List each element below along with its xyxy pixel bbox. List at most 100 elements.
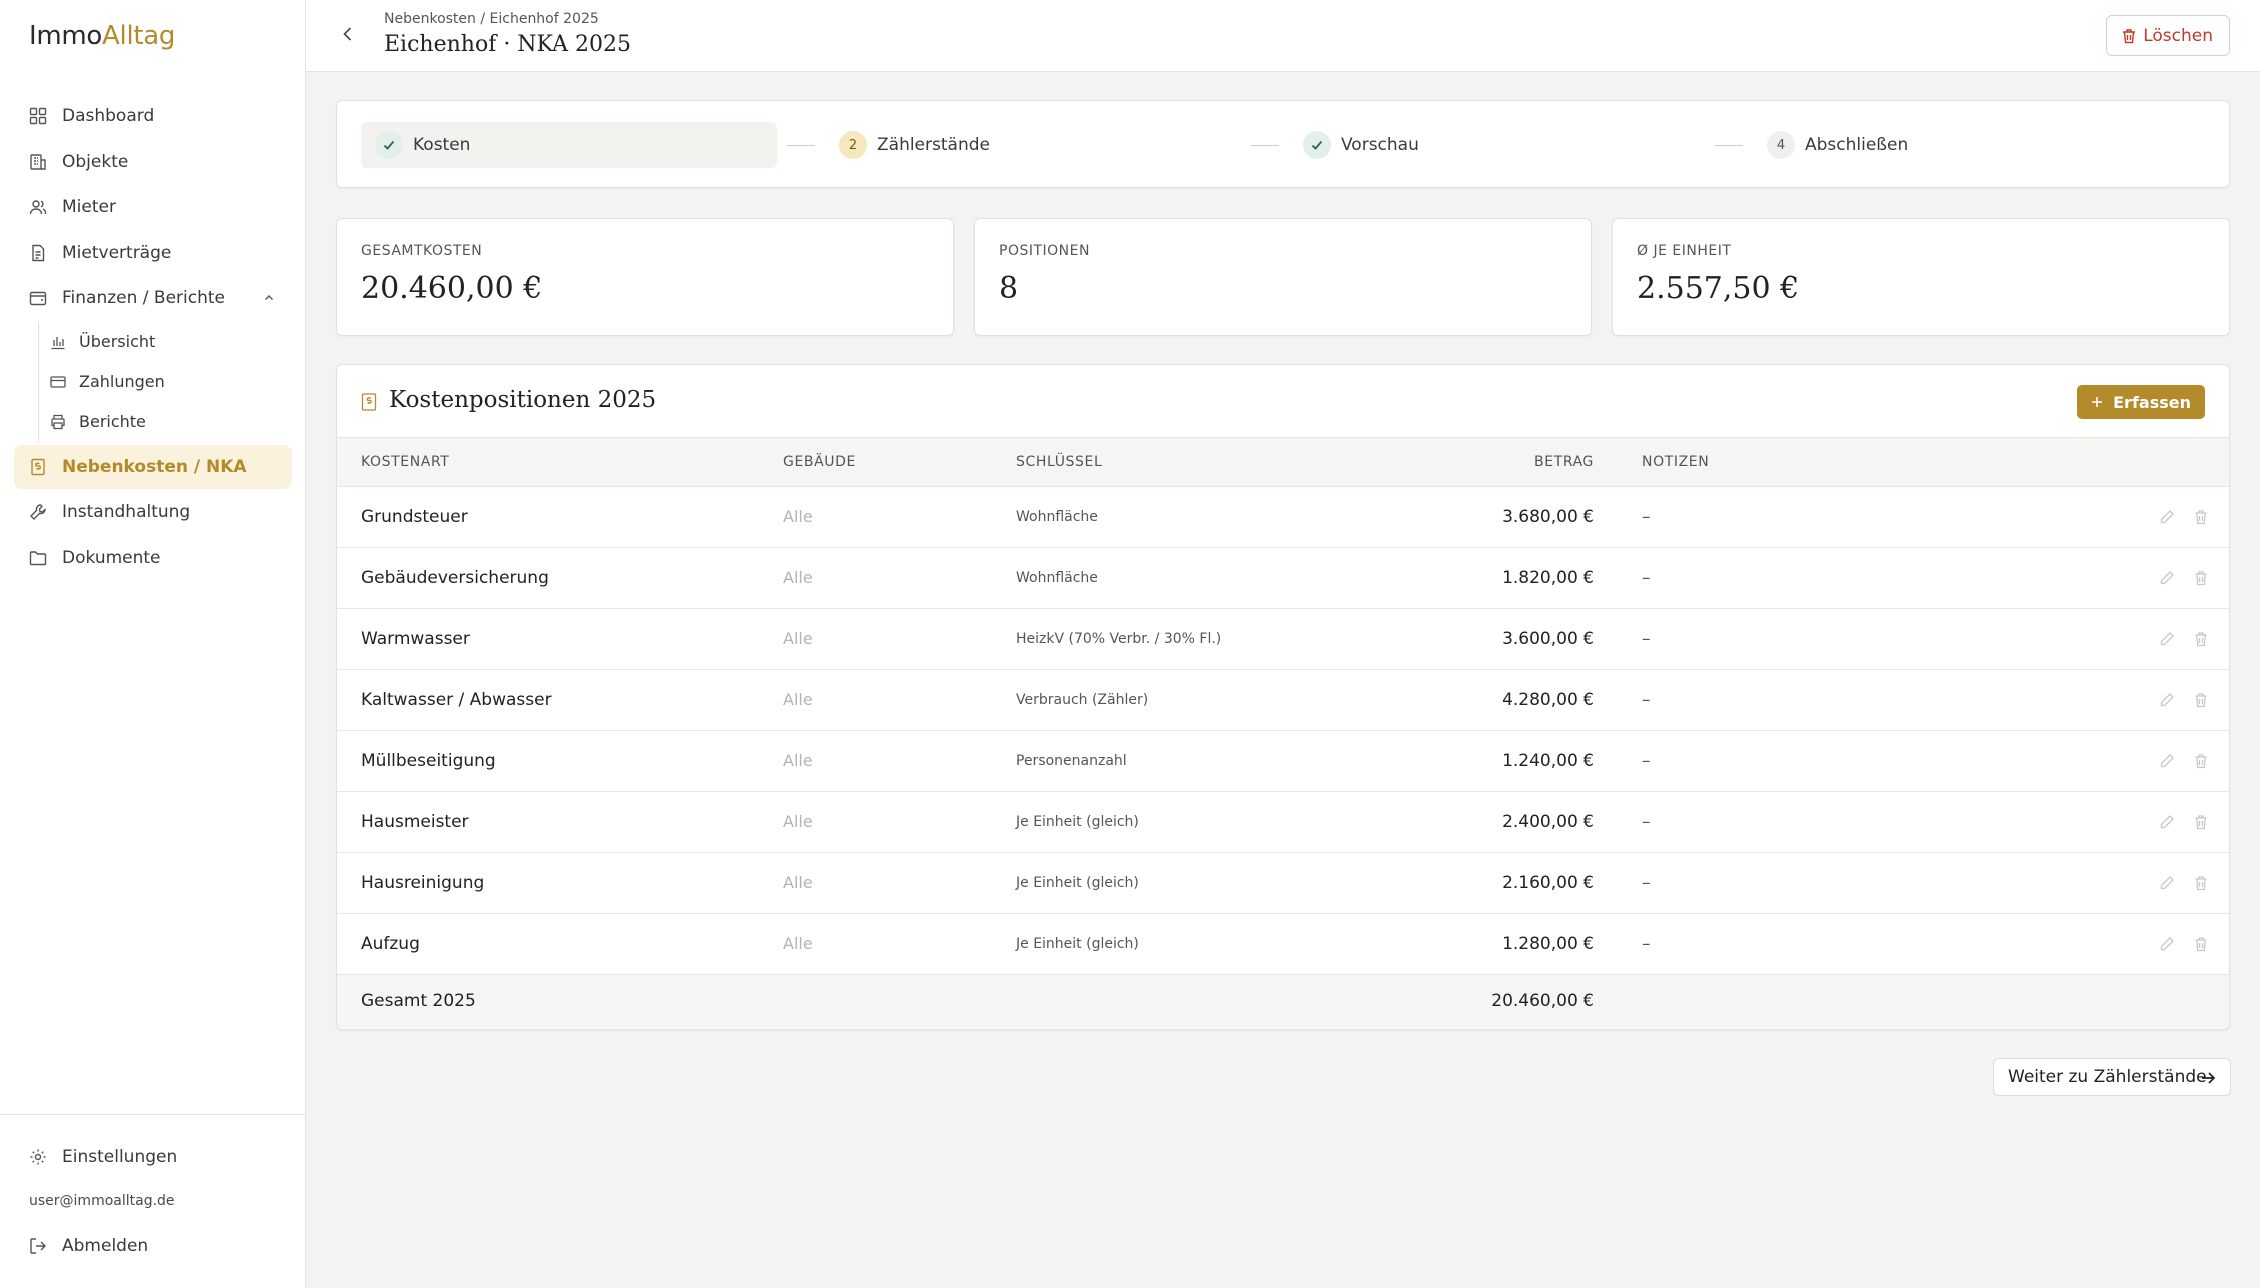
- cell-gebaeude: Alle: [783, 913, 1016, 975]
- grid-icon: [29, 107, 47, 125]
- table-row[interactable]: Aufzug Alle Je Einheit (gleich) 1.280,00 € –: [337, 913, 2229, 975]
- breadcrumb[interactable]: Nebenkosten / Eichenhof 2025: [384, 11, 599, 27]
- table-row[interactable]: Hausreinigung Alle Je Einheit (gleich) 2.16…: [337, 852, 2229, 914]
- cell-notizen: –: [1642, 669, 1942, 731]
- sidebar-subitem-uebersicht[interactable]: Übersicht: [39, 322, 292, 362]
- cell-gebaeude: Alle: [783, 730, 1016, 792]
- sidebar-subitem-zahlungen[interactable]: Zahlungen: [39, 362, 292, 402]
- table-row[interactable]: Gebäudeversicherung Alle Wohnfläche 1.820,0…: [337, 547, 2229, 609]
- step-vorschau[interactable]: Vorschau: [1303, 122, 1419, 168]
- next-step-label: Weiter zu Zählerstände: [2008, 1067, 2207, 1087]
- step-label: Zählerstände: [877, 135, 990, 155]
- step-kosten[interactable]: Kosten: [361, 122, 777, 168]
- trash-icon[interactable]: [2193, 814, 2209, 830]
- user-email: user@immoalltag.de: [29, 1193, 175, 1209]
- document-icon: [32, 244, 45, 261]
- step-label: Kosten: [413, 135, 471, 155]
- sidebar-subitem-label: Berichte: [79, 412, 146, 431]
- sidebar-item-mieter[interactable]: Mieter: [14, 185, 292, 229]
- sidebar-item-mietvertraege[interactable]: Mietverträge: [14, 231, 292, 275]
- trash-icon[interactable]: [2193, 570, 2209, 586]
- column-spacer: [1594, 438, 1642, 487]
- cell-kostenart: Hausmeister: [337, 791, 783, 853]
- cell-spacer: [1594, 486, 1642, 548]
- total-label: Gesamt 2025: [337, 973, 783, 1028]
- column-header-betrag[interactable]: BETRAG: [1316, 438, 1594, 487]
- cell-actions: [1942, 791, 2229, 853]
- column-header-gebaeude[interactable]: GEBÄUDE: [783, 438, 1016, 487]
- trash-icon[interactable]: [2193, 692, 2209, 708]
- table-row[interactable]: Hausmeister Alle Je Einheit (gleich) 2.400,…: [337, 791, 2229, 853]
- step-abschliessen[interactable]: 4 Abschließen: [1767, 122, 1908, 168]
- table-row[interactable]: Warmwasser Alle HeizkV (70% Verbr. / 30% F…: [337, 608, 2229, 670]
- cell-spacer: [1594, 608, 1642, 670]
- cell-notizen: –: [1642, 486, 1942, 548]
- sidebar-item-finanzen[interactable]: Finanzen / Berichte: [14, 276, 292, 320]
- trash-icon[interactable]: [2193, 631, 2209, 647]
- chevron-up-icon[interactable]: [262, 291, 276, 305]
- step-number-badge: 2: [839, 131, 867, 159]
- cell-betrag: 3.600,00 €: [1316, 608, 1594, 670]
- sidebar: ImmoAlltag Dashboard Objekte Mieter Miet…: [0, 0, 306, 1288]
- check-icon: [1303, 131, 1331, 159]
- sidebar-item-dokumente[interactable]: Dokumente: [14, 536, 292, 580]
- cell-actions: [1942, 608, 2229, 670]
- gear-icon: [30, 1149, 46, 1165]
- add-label: Erfassen: [2113, 392, 2191, 412]
- sidebar-subitem-berichte[interactable]: Berichte: [39, 402, 292, 442]
- printer-icon: [51, 414, 65, 429]
- sidebar-item-objekte[interactable]: Objekte: [14, 140, 292, 184]
- back-arrow-icon[interactable]: [338, 24, 358, 44]
- delete-button[interactable]: Löschen: [2106, 15, 2230, 56]
- stat-value: 2.557,50 €: [1637, 271, 1800, 306]
- cell-kostenart: Kaltwasser / Abwasser: [337, 669, 783, 731]
- pencil-icon[interactable]: [2159, 570, 2175, 586]
- column-header-kostenart[interactable]: KOSTENART: [337, 438, 783, 487]
- table-row[interactable]: Müllbeseitigung Alle Personenanzahl 1.240,0…: [337, 730, 2229, 792]
- cell-schluessel: Verbrauch (Zähler): [1016, 669, 1316, 731]
- cell-spacer: [1594, 852, 1642, 914]
- trash-icon[interactable]: [2193, 753, 2209, 769]
- check-icon: [375, 131, 403, 159]
- cell-kostenart: Warmwasser: [337, 608, 783, 670]
- cell-empty: [1942, 973, 2229, 1028]
- app-logo[interactable]: ImmoAlltag: [29, 18, 175, 54]
- table-row[interactable]: Kaltwasser / Abwasser Alle Verbrauch (Zähl…: [337, 669, 2229, 731]
- logout-button[interactable]: Abmelden: [14, 1224, 292, 1268]
- column-header-schluessel[interactable]: SCHLÜSSEL: [1016, 438, 1316, 487]
- receipt-icon: [361, 393, 377, 411]
- trash-icon[interactable]: [2193, 875, 2209, 891]
- trash-icon[interactable]: [2193, 936, 2209, 952]
- column-header-notizen[interactable]: NOTIZEN: [1642, 438, 1942, 487]
- pencil-icon[interactable]: [2159, 509, 2175, 525]
- cell-spacer: [1594, 669, 1642, 731]
- cost-positions-card: Kostenpositionen 2025 Erfassen KOSTENART…: [336, 364, 2230, 1030]
- pencil-icon[interactable]: [2159, 936, 2175, 952]
- pencil-icon[interactable]: [2159, 631, 2175, 647]
- step-divider: [1251, 145, 1279, 146]
- cell-spacer: [1594, 913, 1642, 975]
- folder-icon: [29, 550, 47, 565]
- page-header: Nebenkosten / Eichenhof 2025 Eichenhof ·…: [306, 0, 2260, 72]
- cell-actions: [1942, 547, 2229, 609]
- next-step-button[interactable]: Weiter zu Zählerstände: [1993, 1058, 2231, 1096]
- pencil-icon[interactable]: [2159, 692, 2175, 708]
- add-cost-button[interactable]: Erfassen: [2077, 385, 2205, 419]
- pencil-icon[interactable]: [2159, 875, 2175, 891]
- table-row[interactable]: Grundsteuer Alle Wohnfläche 3.680,00 € –: [337, 486, 2229, 548]
- sidebar-item-einstellungen[interactable]: Einstellungen: [14, 1135, 292, 1179]
- sidebar-item-instandhaltung[interactable]: Instandhaltung: [14, 490, 292, 534]
- sidebar-item-dashboard[interactable]: Dashboard: [14, 94, 292, 138]
- stat-label: Ø JE EINHEIT: [1637, 243, 1732, 259]
- step-label: Abschließen: [1805, 135, 1909, 155]
- step-zaehlerstaende[interactable]: 2 Zählerstände: [839, 122, 990, 168]
- sidebar-item-nebenkosten[interactable]: Nebenkosten / NKA: [14, 444, 292, 489]
- pencil-icon[interactable]: [2159, 814, 2175, 830]
- cell-schluessel: HeizkV (70% Verbr. / 30% Fl.): [1016, 608, 1316, 670]
- trash-icon[interactable]: [2193, 509, 2209, 525]
- table-header-row: KOSTENART GEBÄUDE SCHLÜSSEL BETRAG NOTIZ…: [337, 438, 2229, 487]
- pencil-icon[interactable]: [2159, 753, 2175, 769]
- stat-card-gesamtkosten: GESAMTKOSTEN 20.460,00 €: [336, 218, 954, 336]
- page-title: Eichenhof · NKA 2025: [384, 32, 631, 57]
- cell-betrag: 4.280,00 €: [1316, 669, 1594, 731]
